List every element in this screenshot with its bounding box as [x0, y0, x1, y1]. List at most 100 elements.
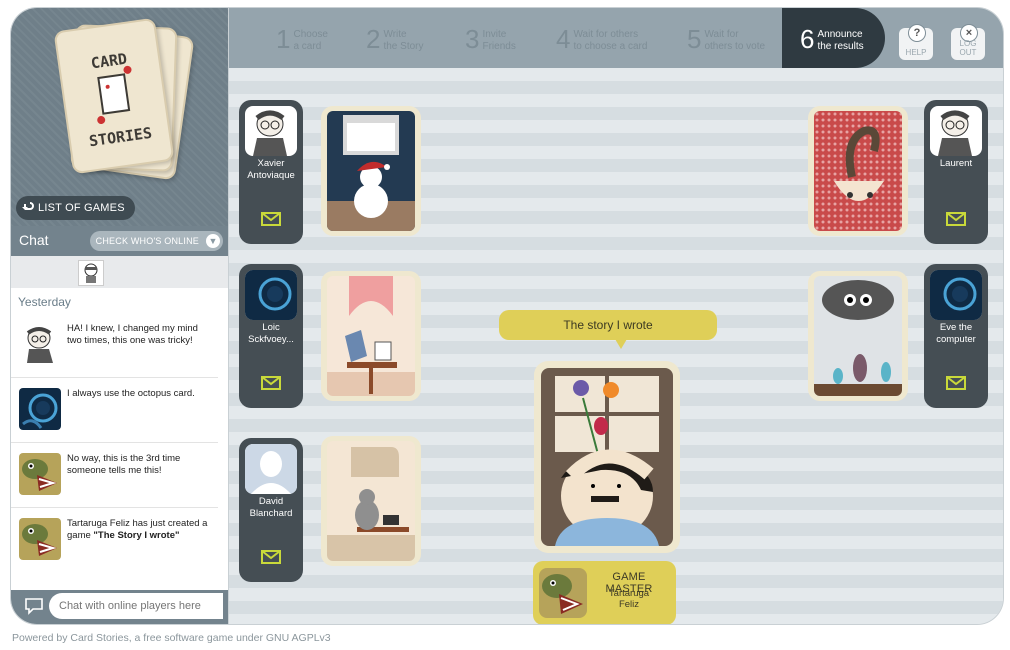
- step-label: Wait for others: [573, 29, 639, 40]
- played-card[interactable]: [808, 271, 908, 401]
- step-label: others to vote: [704, 41, 766, 52]
- player-panel-david: David Blanchard: [239, 438, 303, 582]
- back-arrow-icon: [22, 202, 34, 210]
- step-label: Announce: [817, 29, 863, 40]
- avatar: [19, 323, 61, 365]
- card-art: [327, 441, 415, 561]
- chat-message: Tartaruga Feliz has just created a game …: [11, 508, 218, 572]
- milk-carton-card-icon: [327, 276, 415, 396]
- online-player-avatar[interactable]: [78, 260, 104, 286]
- mail-icon[interactable]: [946, 212, 966, 226]
- player-panel-loic: Loic Sckfvoey...: [239, 264, 303, 408]
- avatar: [930, 106, 982, 156]
- octopus-avatar-icon: [19, 388, 61, 430]
- game-master-name: Feliz: [618, 599, 640, 610]
- played-card[interactable]: [321, 436, 421, 566]
- step-label: a card: [293, 41, 322, 52]
- cat-computer-card-icon: [327, 441, 415, 561]
- step-number: 5: [687, 24, 702, 54]
- boy-glasses-avatar-icon: [253, 110, 287, 156]
- octopus-avatar-icon: [245, 270, 297, 320]
- chat-input[interactable]: [49, 593, 223, 619]
- chat-message: HA! I knew, I changed my mind two times,…: [11, 313, 218, 378]
- step-label: Invite: [482, 29, 507, 40]
- step-label: to choose a card: [573, 41, 648, 52]
- step-label: Wait for: [704, 29, 739, 40]
- step-2: 2 Write the Story: [366, 26, 424, 53]
- avatar: [245, 106, 297, 156]
- played-card[interactable]: [321, 106, 421, 236]
- player-name: David: [258, 496, 284, 507]
- check-whos-online-button[interactable]: CHECK WHO'S ONLINE ▼: [89, 231, 223, 251]
- step-number: 2: [366, 24, 381, 54]
- player-name: Xavier: [257, 158, 285, 169]
- help-button[interactable]: ? HELP: [899, 24, 933, 60]
- logout-label: LOG OUT: [959, 39, 977, 57]
- avatar: [19, 453, 61, 495]
- flower-head-card-icon: [541, 368, 673, 546]
- player-name: Eve the: [939, 322, 973, 333]
- logout-button[interactable]: × LOG OUT: [951, 24, 985, 60]
- step-1: 1 Choose a card: [276, 26, 328, 53]
- step-number: 3: [465, 24, 480, 54]
- turtle-avatar-icon: [539, 568, 587, 618]
- card-art: [541, 368, 673, 546]
- chat-message-text: No way, this is the 3rd time someone tel…: [67, 453, 181, 476]
- card-art: [327, 276, 415, 396]
- octopus-avatar-icon: [930, 270, 982, 320]
- list-of-games-button[interactable]: LIST OF GAMES: [16, 196, 135, 220]
- step-number: 4: [556, 24, 571, 54]
- chat-message: I always use the octopus card.: [11, 378, 218, 443]
- avatar: [245, 444, 297, 494]
- snowman-card-icon: [327, 111, 415, 231]
- player-panel-eve: Eve the computer: [924, 264, 988, 408]
- footer-text: Powered by Card Stories, a free software…: [12, 632, 331, 644]
- mail-icon[interactable]: [261, 212, 281, 226]
- player-name: Blanchard: [249, 508, 293, 519]
- app-frame: CARD STORIES LIST OF GAMES Chat CHECK WH…: [11, 8, 1003, 624]
- step-label: Write: [383, 29, 407, 40]
- player-name: Loic: [262, 322, 280, 333]
- chat-title: Chat: [19, 232, 49, 248]
- check-whos-online-label: CHECK WHO'S ONLINE: [95, 236, 199, 246]
- game-master-card[interactable]: [534, 361, 680, 553]
- mail-icon[interactable]: [261, 376, 281, 390]
- boy-glasses-avatar-icon: [938, 110, 972, 156]
- step-6-active: 6 Announce the results: [782, 8, 885, 68]
- player-name: computer: [936, 334, 976, 345]
- help-label: HELP: [905, 48, 927, 57]
- game-master-name: Tartaruga: [608, 588, 650, 599]
- chat-message: No way, this is the 3rd time someone tel…: [11, 443, 218, 508]
- chat-header: Chat CHECK WHO'S ONLINE ▼: [11, 226, 228, 256]
- knitted-head-card-icon: [814, 111, 902, 231]
- story-bubble: The story I wrote: [499, 310, 717, 349]
- card-art: [814, 276, 902, 396]
- list-of-games-label: LIST OF GAMES: [38, 202, 125, 214]
- question-icon: ?: [908, 24, 926, 42]
- played-card[interactable]: [321, 271, 421, 401]
- logo-card-front: [53, 17, 175, 175]
- avatar-icon: [84, 263, 98, 283]
- mail-icon[interactable]: [261, 550, 281, 564]
- chat-message-text: HA! I knew, I changed my mind two times,…: [67, 323, 198, 346]
- player-name: Antoviaque: [247, 170, 295, 181]
- chat-message-list[interactable]: Yesterday HA! I knew, I changed my mind …: [11, 288, 228, 588]
- card-logo-art-icon: [97, 65, 132, 125]
- player-name: Laurent: [939, 158, 973, 169]
- card-art: [327, 111, 415, 231]
- player-panel-laurent: Laurent: [924, 100, 988, 244]
- player-panel-xavier: Xavier Antoviaque: [239, 100, 303, 244]
- steps-bar: 1 Choose a card 2 Write the Story 3 Invite…: [229, 8, 1003, 68]
- chat-message-text: I always use the octopus card.: [67, 388, 195, 399]
- player-name: Sckfvoey...: [248, 334, 294, 345]
- mail-icon[interactable]: [946, 376, 966, 390]
- step-label: Friends: [482, 41, 516, 52]
- game-link[interactable]: "The Story I wrote": [93, 530, 179, 541]
- played-card[interactable]: [808, 106, 908, 236]
- avatar: [19, 388, 61, 430]
- chat-message-text: Tartaruga Feliz has just created a game …: [67, 518, 215, 542]
- step-5: 5 Wait for others to vote: [687, 26, 765, 53]
- storm-cloud-card-icon: [814, 276, 902, 396]
- step-label: the results: [817, 41, 864, 52]
- avatar: [930, 270, 982, 320]
